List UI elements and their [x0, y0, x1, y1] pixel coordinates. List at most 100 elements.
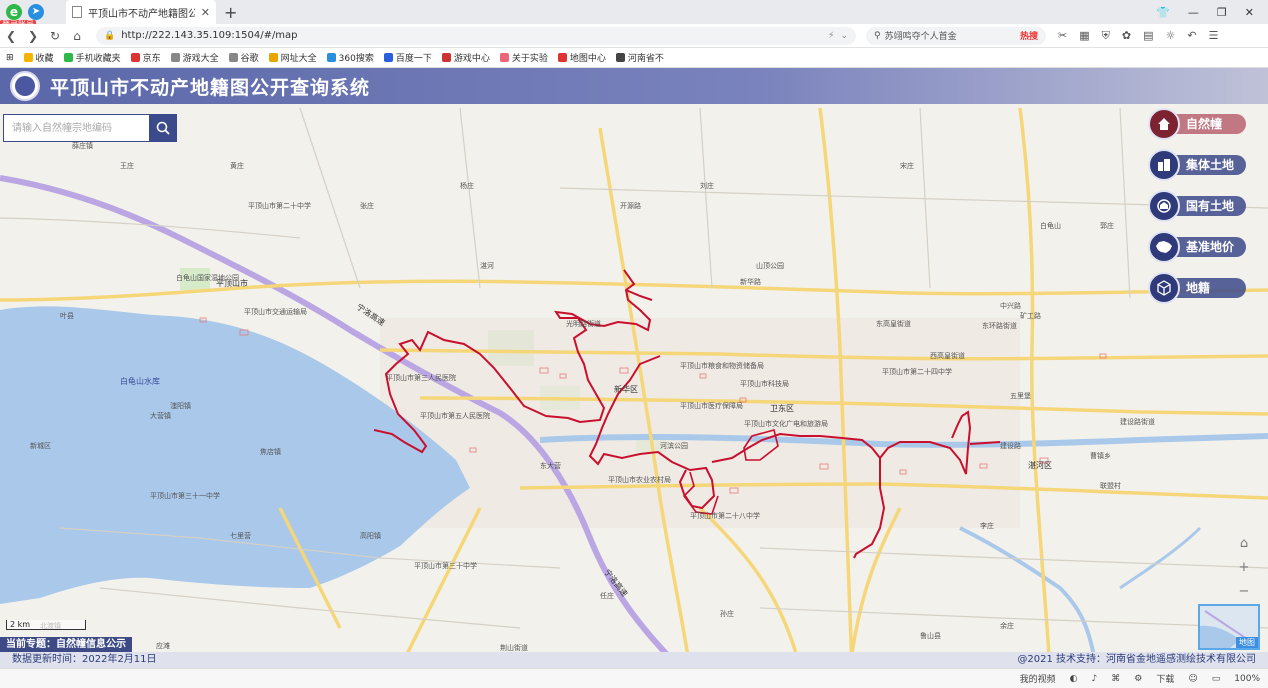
chevron-down-icon[interactable]: ⌄ — [840, 31, 848, 41]
tab-close-icon[interactable]: ✕ — [201, 6, 210, 19]
bookmark-item[interactable]: 地图中心 — [557, 51, 606, 64]
download-link[interactable]: 下载 — [1156, 672, 1174, 685]
map-place-label: 平顶山市交通运输局 — [244, 307, 307, 316]
bookmark-item[interactable]: 收藏 — [23, 51, 54, 64]
restore-icon[interactable]: ❐ — [1217, 6, 1227, 19]
minimize-icon[interactable]: — — [1188, 6, 1199, 19]
sidebar-toggle-icon[interactable]: ⊞ — [6, 53, 14, 63]
bookmark-icon — [23, 53, 33, 62]
map-place-label: 平顶山市农业农村局 — [608, 475, 671, 484]
map-place-label: 刘庄 — [700, 181, 714, 190]
system-header: 平顶山市不动产地籍图公开查询系统 — [0, 68, 1268, 104]
scissors-icon[interactable]: ✂ — [1058, 29, 1067, 43]
forward-icon[interactable]: ❯ — [22, 29, 44, 43]
bookmark-label: 京东 — [142, 54, 161, 64]
map-place-label: 平顶山市第五人民医院 — [420, 411, 490, 420]
map-place-label: 杨庄 — [460, 181, 474, 190]
menu-icon[interactable]: ☰ — [1209, 29, 1219, 43]
cube-icon — [1148, 272, 1180, 304]
status-icon-e[interactable]: ☺ — [1188, 674, 1197, 684]
browser-tab[interactable]: 平顶山市不动产地籍图公开查询系统 ✕ — [66, 0, 216, 24]
bookmark-item[interactable]: 河南省不 — [615, 51, 664, 64]
zoom-level[interactable]: 100% — [1234, 674, 1260, 684]
browser-search-box[interactable]: ⚲ 苏翊鸣夺个人首金 热搜 — [866, 26, 1046, 45]
map-place-label: 河滨公园 — [660, 441, 688, 450]
map-place-label: 五里堡 — [1010, 391, 1031, 400]
map-place-label: 薛庄镇 — [72, 141, 93, 150]
bookmark-item[interactable]: 京东 — [130, 51, 161, 64]
scale-bar: 2 km — [6, 620, 86, 630]
map-zoom-controls: ⌂ + − — [1234, 536, 1254, 600]
bookmarks-bar: ⊞ 收藏 手机收藏夹 京东 游戏大全 谷歌 网址大全 360搜索 百度一下 游戏中心 关于实验 地图中… — [0, 48, 1268, 68]
map-place-label: 郭庄 — [1100, 221, 1114, 230]
brightness-icon[interactable]: ☼ — [1166, 29, 1176, 43]
bookmark-item[interactable]: 游戏大全 — [170, 51, 219, 64]
hot-search-badge[interactable]: 热搜 — [1020, 29, 1038, 42]
status-icon-b[interactable]: ♪ — [1092, 674, 1098, 684]
bookmark-icon — [557, 53, 567, 62]
layer-state-land[interactable]: 国有土地 — [1148, 190, 1248, 222]
bookmark-item[interactable]: 手机收藏夹 — [63, 51, 121, 64]
bookmark-item[interactable]: 谷歌 — [228, 51, 259, 64]
status-icon-f[interactable]: ▭ — [1212, 674, 1221, 684]
game-icon[interactable]: ✿ — [1122, 29, 1131, 43]
map-place-label: 白龟山国家湿地公园 — [176, 273, 239, 282]
url-text[interactable]: http://222.143.35.109:1504/#/map — [121, 30, 822, 41]
browser-nav-bar: ❮ ❯ ↻ ⌂ 🔒 http://222.143.35.109:1504/#/m… — [0, 24, 1268, 48]
map-place-label: 湛河 — [480, 262, 494, 270]
bookmark-item[interactable]: 关于实验 — [499, 51, 548, 64]
browser-logo-icon[interactable]: e — [6, 4, 22, 20]
bookmark-label: 手机收藏夹 — [75, 54, 121, 64]
close-window-icon[interactable]: ✕ — [1245, 6, 1254, 19]
layer-menu: 自然幢 集体土地 国有土地 基准地价 地籍 — [1148, 108, 1248, 304]
undo-icon[interactable]: ↶ — [1187, 29, 1196, 43]
home-icon[interactable]: ⌂ — [66, 29, 88, 43]
bookmark-item[interactable]: 360搜索 — [326, 51, 374, 64]
search-suggestion[interactable]: 苏翊鸣夺个人首金 — [885, 29, 957, 42]
security-icon[interactable]: 🔒 — [104, 31, 115, 41]
bookmark-label: 游戏中心 — [453, 54, 490, 64]
bookmark-label: 百度一下 — [395, 54, 432, 64]
browser-status-bar: 我的视频 ◐ ♪ ⌘ ⚙ 下载 ☺ ▭ 100% — [0, 668, 1268, 688]
map-place-label: 平顶山市文化广电和旅游局 — [744, 419, 828, 428]
bookmark-item[interactable]: 游戏中心 — [441, 51, 490, 64]
status-icon-a[interactable]: ◐ — [1070, 674, 1078, 684]
bookmark-label: 360搜索 — [338, 54, 374, 64]
parcel-search-button[interactable] — [149, 114, 177, 142]
map-place-label: 东环路街道 — [982, 321, 1017, 330]
layer-cadastre[interactable]: 地籍 — [1148, 272, 1248, 304]
home-extent-icon[interactable]: ⌂ — [1236, 536, 1252, 552]
shield-icon[interactable]: ⛨ — [1102, 29, 1110, 43]
lightning-icon[interactable]: ⚡ — [828, 31, 834, 41]
zoom-out-icon[interactable]: − — [1236, 584, 1252, 600]
status-icon-c[interactable]: ⌘ — [1111, 674, 1120, 684]
map-place-label: 平顶山市粮食和物资储备局 — [680, 361, 764, 370]
page-icon — [72, 6, 82, 18]
refresh-icon[interactable]: ↻ — [44, 29, 66, 43]
overview-map[interactable]: 地图 — [1198, 604, 1260, 650]
map-place-label: 高阳镇 — [360, 531, 381, 540]
new-tab-icon[interactable]: + — [224, 3, 237, 22]
map-place-label: 七里营 — [230, 531, 251, 540]
layer-natural-building[interactable]: 自然幢 — [1148, 108, 1248, 140]
layer-collective-land[interactable]: 集体土地 — [1148, 149, 1248, 181]
map-place-label: 焦店镇 — [260, 447, 281, 456]
bookmark-label: 网址大全 — [280, 54, 317, 64]
map-canvas[interactable]: 白龟山水库 宁洛高速 宁洛高速 平顶山市新华区卫东区湛河区山顶公园白龟山国家湿地… — [0, 68, 1268, 668]
my-video-link[interactable]: 我的视频 — [1020, 672, 1056, 685]
bookmark-item[interactable]: 网址大全 — [268, 51, 317, 64]
send-icon[interactable]: ➤ — [28, 4, 44, 20]
parcel-code-input[interactable] — [3, 114, 149, 142]
extension-icon[interactable]: ▦ — [1079, 29, 1089, 43]
land-emblem-icon — [10, 71, 40, 101]
emblem-icon — [1148, 190, 1180, 222]
bookmark-item[interactable]: 百度一下 — [383, 51, 432, 64]
status-icon-d[interactable]: ⚙ — [1134, 674, 1142, 684]
map-viewport[interactable]: 白龟山水库 宁洛高速 宁洛高速 平顶山市 新华区 卫东区 湛河区 山顶公园 白龟山国家湿地… — [0, 68, 1268, 668]
zoom-in-icon[interactable]: + — [1236, 560, 1252, 576]
layer-benchmark-price[interactable]: 基准地价 — [1148, 231, 1248, 263]
back-icon[interactable]: ❮ — [0, 29, 22, 43]
address-bar[interactable]: 🔒 http://222.143.35.109:1504/#/map ⚡ ⌄ — [96, 26, 856, 45]
grid-icon[interactable]: ▤ — [1143, 29, 1153, 43]
shirt-icon[interactable]: 👕 — [1156, 6, 1170, 19]
